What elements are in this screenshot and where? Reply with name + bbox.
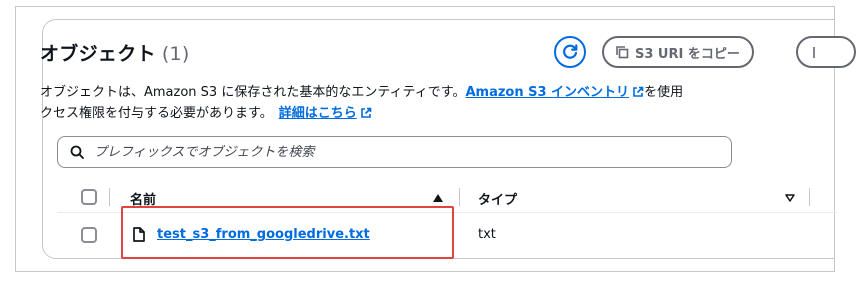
page-title: オブジェクト (1) <box>40 39 190 66</box>
search-icon <box>70 145 84 159</box>
sort-none-icon[interactable] <box>785 194 795 202</box>
description-text: オブジェクトは、Amazon S3 に保存された基本的なエンティティです。 <box>40 85 466 100</box>
external-link-icon <box>360 107 372 118</box>
copy-icon <box>616 45 629 58</box>
refresh-icon <box>563 44 578 59</box>
column-header-type[interactable]: タイプ <box>478 189 517 208</box>
description-line-2: クセス権限を付与する必要があります。 詳細はこちら <box>40 103 840 124</box>
select-all-checkbox[interactable] <box>81 189 97 205</box>
description-text-2: クセス権限を付与する必要があります。 <box>40 106 273 121</box>
copy-icon <box>813 46 815 58</box>
row-checkbox[interactable] <box>81 227 97 243</box>
sort-asc-icon[interactable] <box>433 194 443 202</box>
object-count: (1) <box>161 43 190 65</box>
description: オブジェクトは、Amazon S3 に保存された基本的なエンティティです。Ama… <box>40 82 840 124</box>
toolbar-next-button[interactable] <box>796 36 856 68</box>
search-bar <box>57 136 732 168</box>
column-divider <box>809 188 810 206</box>
column-divider <box>459 188 460 206</box>
inventory-link[interactable]: Amazon S3 インベントリ <box>465 85 629 100</box>
copy-s3-uri-label: S3 URI をコピー <box>635 46 740 62</box>
column-divider <box>109 188 110 206</box>
title-text: オブジェクト <box>40 43 156 65</box>
search-input[interactable] <box>92 143 716 161</box>
refresh-button[interactable] <box>554 36 586 68</box>
copy-s3-uri-button[interactable]: S3 URI をコピー <box>602 36 754 68</box>
description-tail: を使用 <box>644 85 684 100</box>
table-row-type: txt <box>478 227 496 242</box>
description-line-1: オブジェクトは、Amazon S3 に保存された基本的なエンティティです。Ama… <box>40 82 840 103</box>
highlight-annotation <box>121 206 454 259</box>
external-link-icon <box>633 86 644 97</box>
details-link[interactable]: 詳細はこちら <box>279 106 357 121</box>
